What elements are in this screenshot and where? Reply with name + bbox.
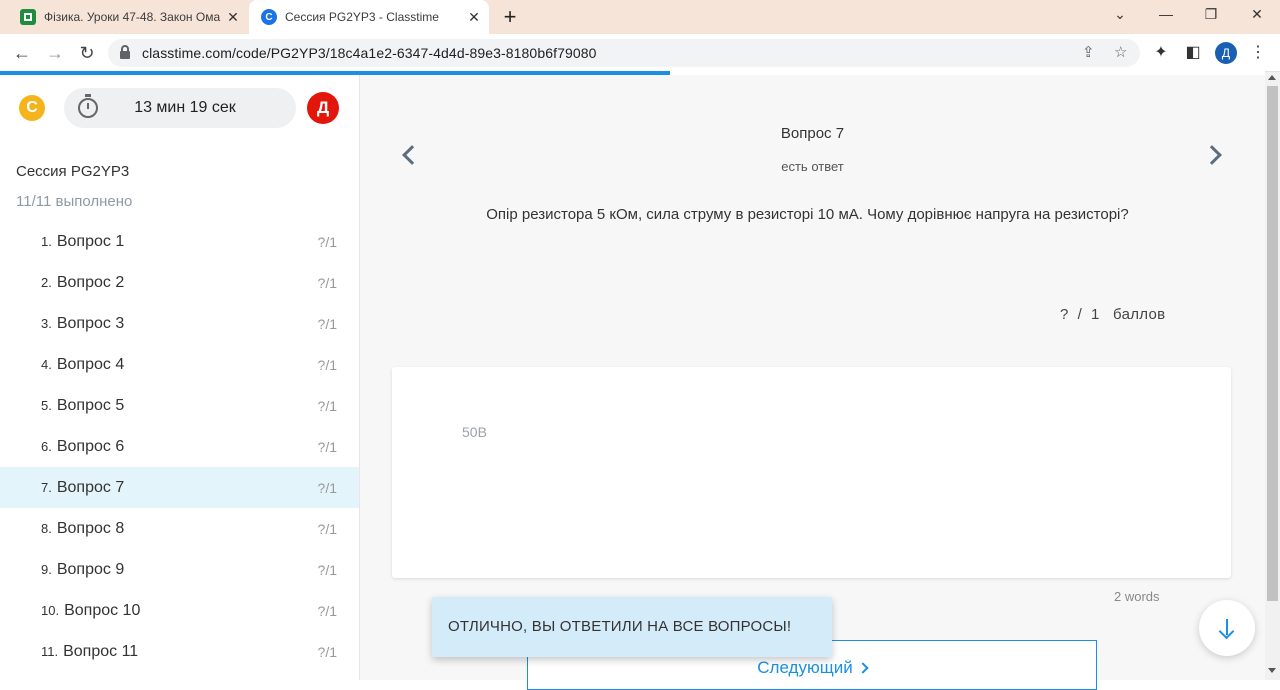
reload-icon[interactable]: ↻: [75, 41, 99, 65]
tab-title: Фізика. Уроки 47-48. Закон Ома: [44, 10, 221, 24]
question-header: Вопрос 7: [780, 125, 845, 142]
question-label: Вопрос 2: [56, 273, 125, 291]
question-number: 7.: [41, 480, 52, 495]
url-text[interactable]: classtime.com/code/PG2YP3/18c4a1e2-6347-…: [142, 45, 597, 61]
question-number: 10.: [41, 603, 60, 618]
points-label: ? / 1 баллов: [1060, 306, 1166, 323]
browser-toolbar: ← → ↻ classtime.com/code/PG2YP3/18c4a1e2…: [0, 34, 1280, 72]
back-icon[interactable]: ←: [10, 41, 34, 65]
question-number: 6.: [41, 439, 52, 454]
word-count: 2 words: [1114, 589, 1160, 604]
session-title: Сессия PG2YP3: [16, 163, 130, 180]
sidebar-item-question-10[interactable]: 10. Вопрос 10 ?/1: [0, 590, 359, 631]
timer: 13 мин 19 сек: [64, 88, 296, 128]
sidebar: C 13 мин 19 сек Д Сессия PG2YP3 11/11 вы…: [0, 75, 360, 680]
new-tab-button[interactable]: +: [500, 4, 520, 30]
question-score: ?/1: [317, 356, 337, 373]
classtime-favicon-icon: C: [261, 9, 277, 25]
question-label: Вопрос 10: [64, 601, 141, 619]
sidebar-item-question-8[interactable]: 8. Вопрос 8 ?/1: [0, 508, 359, 549]
minimize-icon[interactable]: —: [1156, 6, 1176, 22]
question-score: ?/1: [317, 438, 337, 455]
question-label: Вопрос 4: [56, 355, 125, 373]
question-score: ?/1: [317, 479, 337, 496]
question-score: ?/1: [317, 602, 337, 619]
question-panel: Вопрос 7 есть ответ Опір резистора 5 кОм…: [360, 75, 1265, 690]
side-panel-icon[interactable]: ◧: [1182, 42, 1204, 62]
question-number: 11.: [41, 644, 59, 659]
avatar[interactable]: Д: [307, 92, 339, 124]
stopwatch-icon: [78, 94, 98, 118]
forward-icon[interactable]: →: [43, 41, 67, 65]
question-label: Вопрос 5: [56, 396, 125, 414]
answer-textarea[interactable]: 50В: [392, 367, 1231, 578]
close-tab-icon[interactable]: ✕: [465, 9, 483, 26]
question-score: ?/1: [317, 643, 337, 660]
question-label: Вопрос 11: [63, 642, 139, 660]
browser-tab-physics[interactable]: Фізика. Уроки 47-48. Закон Ома ✕: [8, 0, 248, 34]
restore-icon[interactable]: ❐: [1201, 6, 1221, 23]
scrollbar[interactable]: [1265, 72, 1280, 680]
sidebar-item-question-11[interactable]: 11. Вопрос 11 ?/1: [0, 631, 359, 672]
question-list: 1. Вопрос 1 ?/1 2. Вопрос 2 ?/1 3. Вопрос 3 ?/1 4…: [0, 221, 359, 672]
sidebar-item-question-1[interactable]: 1. Вопрос 1 ?/1: [0, 221, 359, 262]
classtime-logo-icon: C: [19, 95, 45, 121]
question-label: Вопрос 6: [56, 437, 125, 455]
next-button-label: Следующий: [757, 658, 853, 677]
question-label: Вопрос 3: [56, 314, 125, 332]
question-number: 8.: [41, 521, 52, 536]
question-number: 5.: [41, 398, 52, 413]
question-score: ?/1: [317, 397, 337, 414]
question-number: 3.: [41, 316, 52, 331]
question-text: Опір резистора 5 кОм, сила струму в рези…: [486, 206, 1129, 223]
address-bar[interactable]: classtime.com/code/PG2YP3/18c4a1e2-6347-…: [108, 39, 1140, 67]
question-label: Вопрос 9: [56, 560, 125, 578]
question-score: ?/1: [317, 315, 337, 332]
question-label: Вопрос 1: [56, 232, 125, 250]
extensions-icon[interactable]: ✦: [1150, 42, 1172, 62]
lock-icon: [120, 45, 130, 59]
question-score: ?/1: [317, 233, 337, 250]
profile-avatar[interactable]: Д: [1215, 42, 1237, 64]
question-score: ?/1: [317, 274, 337, 291]
question-status: есть ответ: [781, 159, 844, 174]
scroll-up-arrow-icon[interactable]: [1268, 75, 1276, 80]
question-number: 4.: [41, 357, 52, 372]
sidebar-item-question-4[interactable]: 4. Вопрос 4 ?/1: [0, 344, 359, 385]
close-window-icon[interactable]: ✕: [1247, 6, 1267, 23]
chevron-right-icon: [857, 662, 869, 674]
sidebar-item-question-6[interactable]: 6. Вопрос 6 ?/1: [0, 426, 359, 467]
question-score: ?/1: [317, 561, 337, 578]
question-score: ?/1: [317, 520, 337, 537]
bookmark-star-icon[interactable]: ☆: [1114, 43, 1127, 61]
tab-search-icon[interactable]: ⌄: [1110, 6, 1130, 23]
question-number: 2.: [41, 275, 52, 290]
question-number: 1.: [41, 234, 52, 249]
sheets-favicon-icon: [20, 9, 36, 25]
answer-text: 50В: [462, 424, 487, 440]
question-label: Вопрос 8: [56, 519, 125, 537]
share-icon[interactable]: ⇪: [1082, 43, 1095, 61]
close-tab-icon[interactable]: ✕: [224, 9, 242, 26]
tab-title: Сессия PG2YP3 - Classtime: [285, 10, 439, 24]
browser-tab-classtime[interactable]: C Сессия PG2YP3 - Classtime ✕: [249, 0, 489, 34]
completion-toast: ОТЛИЧНО, ВЫ ОТВЕТИЛИ НА ВСЕ ВОПРОСЫ!: [432, 597, 832, 657]
session-progress: 11/11 выполнено: [16, 193, 133, 210]
scroll-down-arrow-icon[interactable]: [1268, 668, 1276, 673]
sidebar-item-question-9[interactable]: 9. Вопрос 9 ?/1: [0, 549, 359, 590]
browser-tab-strip: Фізика. Уроки 47-48. Закон Ома ✕ C Сесси…: [0, 0, 1280, 34]
timer-text: 13 мин 19 сек: [134, 99, 236, 116]
question-number: 9.: [41, 562, 52, 577]
question-label: Вопрос 7: [56, 478, 125, 496]
sidebar-item-question-3[interactable]: 3. Вопрос 3 ?/1: [0, 303, 359, 344]
sidebar-item-question-7[interactable]: 7. Вопрос 7 ?/1: [0, 467, 359, 508]
scrollbar-thumb[interactable]: [1267, 86, 1278, 601]
sidebar-item-question-2[interactable]: 2. Вопрос 2 ?/1: [0, 262, 359, 303]
sidebar-item-question-5[interactable]: 5. Вопрос 5 ?/1: [0, 385, 359, 426]
scroll-down-button[interactable]: [1199, 600, 1255, 656]
browser-menu-icon[interactable]: ⋮: [1247, 42, 1269, 62]
